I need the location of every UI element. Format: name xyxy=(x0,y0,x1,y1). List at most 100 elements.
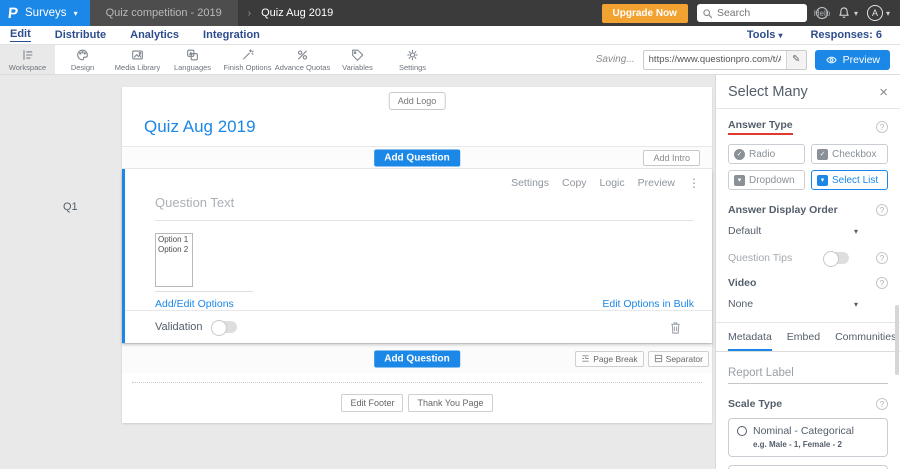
survey-header: Add Logo Quiz Aug 2019 xyxy=(122,87,712,147)
account-menu[interactable]: A ▾ xyxy=(866,5,890,21)
separator-button[interactable]: Separator xyxy=(647,350,709,367)
question-copy-link[interactable]: Copy xyxy=(562,177,587,189)
editor-toolbar: Workspace Design Media Library Languages… xyxy=(0,45,900,75)
question-tips-toggle[interactable] xyxy=(823,251,850,267)
toolbar-item-finish-options[interactable]: Finish Options xyxy=(220,45,275,74)
scale-option-nominal-numeric[interactable]: Nominal - Numeric e.g. Number of cars (1… xyxy=(728,465,888,469)
panel-tabs: Metadata Embed Communities xyxy=(716,323,900,352)
add-question-button[interactable]: Add Question xyxy=(374,149,460,166)
question-settings-link[interactable]: Settings xyxy=(511,177,549,189)
question-tips-label: Question Tips xyxy=(728,252,793,264)
edit-footer-button[interactable]: Edit Footer xyxy=(341,394,404,412)
options-underline xyxy=(155,291,253,292)
question-text-placeholder[interactable]: Question Text xyxy=(155,195,694,221)
toolbar-item-settings[interactable]: Settings xyxy=(385,45,440,74)
help-icon[interactable]: ? xyxy=(876,398,888,410)
toolbar-item-workspace[interactable]: Workspace xyxy=(0,45,55,74)
toolbar-item-languages[interactable]: Languages xyxy=(165,45,220,74)
help-icon[interactable]: ? xyxy=(876,252,888,264)
display-order-label: Answer Display Order xyxy=(728,204,838,216)
tab-integration[interactable]: Integration xyxy=(203,29,260,42)
question-block[interactable]: Settings Copy Logic Preview ⋮ Question T… xyxy=(122,169,712,343)
questionpro-survey-editor: P Surveys ▾ Quiz competition - 2019 › Qu… xyxy=(0,0,900,469)
toolbar-item-advance-quotas[interactable]: Advance Quotas xyxy=(275,45,330,74)
pencil-icon: ✎ xyxy=(791,54,801,65)
answer-type-dropdown[interactable]: ▾ Dropdown xyxy=(728,170,805,190)
gear-icon xyxy=(407,49,418,60)
search-input[interactable] xyxy=(716,7,797,19)
help-icon[interactable]: ? xyxy=(876,277,888,289)
toolbar-item-variables[interactable]: Variables xyxy=(330,45,385,74)
survey-footer: Edit Footer Thank You Page xyxy=(122,383,712,423)
question-preview-link[interactable]: Preview xyxy=(638,177,675,189)
surveys-menu[interactable]: P Surveys ▾ xyxy=(0,0,90,26)
notifications-menu[interactable]: ▾ xyxy=(837,6,858,20)
eye-icon xyxy=(825,56,837,63)
panel-header: Select Many × xyxy=(716,75,900,109)
help-icon[interactable]: ? xyxy=(876,204,888,216)
radio-icon xyxy=(737,426,747,436)
breadcrumb-separator-icon: › xyxy=(247,7,252,19)
upgrade-now-button[interactable]: Upgrade Now xyxy=(601,3,688,23)
answer-type-grid: ✓ Radio ✓ Checkbox ▾ Dropdown ▾ Select L… xyxy=(728,144,888,190)
survey-canvas: Q1 Add Logo Quiz Aug 2019 Add Question A… xyxy=(0,75,715,469)
answer-type-radio[interactable]: ✓ Radio xyxy=(728,144,805,164)
edit-options-in-bulk-link[interactable]: Edit Options in Bulk xyxy=(602,298,694,310)
scale-option-nominal-categorical[interactable]: Nominal - Categorical e.g. Male - 1, Fem… xyxy=(728,418,888,457)
separator-icon xyxy=(654,354,662,363)
option-item: Option 1 xyxy=(158,235,189,244)
answer-type-select-list[interactable]: ▾ Select List xyxy=(811,170,888,190)
question-code: Q1 xyxy=(63,201,78,213)
page-tools: Page Break Separator xyxy=(575,350,709,367)
scale-type-label: Scale Type xyxy=(728,398,783,410)
add-logo-button[interactable]: Add Logo xyxy=(388,92,446,110)
display-order-select[interactable]: Default ▾ xyxy=(728,225,858,237)
question-logic-link[interactable]: Logic xyxy=(600,177,625,189)
saving-status: Saving... xyxy=(595,54,635,65)
add-intro-button[interactable]: Add Intro xyxy=(643,149,700,166)
add-question-button[interactable]: Add Question xyxy=(374,350,460,367)
tools-menu[interactable]: Tools ▾ xyxy=(747,29,783,41)
question-actions: Settings Copy Logic Preview ⋮ xyxy=(511,176,700,190)
validation-label: Validation xyxy=(155,321,203,333)
edit-url-button[interactable]: ✎ xyxy=(785,50,806,69)
answer-type-section: Answer Type ? ✓ Radio ✓ Checkbox ▾ Dropd… xyxy=(716,119,900,310)
tab-edit[interactable]: Edit xyxy=(10,28,31,42)
survey-title[interactable]: Quiz Aug 2019 xyxy=(144,117,256,137)
video-select[interactable]: None ▾ xyxy=(728,298,858,310)
questionpro-logo-icon: P xyxy=(7,4,19,22)
bell-icon xyxy=(839,7,849,18)
survey-url-input[interactable] xyxy=(643,50,786,69)
panel-title: Select Many xyxy=(728,84,808,100)
panel-scrollbar[interactable] xyxy=(895,305,899,375)
select-list-preview[interactable]: Option 1 Option 2 xyxy=(155,233,193,287)
tab-distribute[interactable]: Distribute xyxy=(55,29,106,42)
dropdown-icon: ▾ xyxy=(734,174,745,186)
page-break-button[interactable]: Page Break xyxy=(575,350,644,367)
more-options-icon[interactable]: ⋮ xyxy=(688,176,700,190)
help-icon[interactable]: ? xyxy=(876,121,888,133)
help-link[interactable]: Help xyxy=(814,7,830,19)
select-list-icon: ▾ xyxy=(817,174,828,186)
close-icon[interactable]: × xyxy=(879,85,888,100)
toolbar-item-design[interactable]: Design xyxy=(55,45,110,74)
global-search[interactable] xyxy=(696,4,807,22)
validation-toggle[interactable] xyxy=(210,320,237,336)
answer-type-checkbox[interactable]: ✓ Checkbox xyxy=(811,144,888,164)
thank-you-page-button[interactable]: Thank You Page xyxy=(408,394,493,412)
search-icon xyxy=(703,8,713,18)
preview-button[interactable]: Preview xyxy=(814,49,890,70)
tab-metadata[interactable]: Metadata xyxy=(728,323,772,351)
tab-communities[interactable]: Communities xyxy=(835,323,896,351)
report-label-input[interactable] xyxy=(728,367,888,384)
responses-count[interactable]: Responses: 6 xyxy=(810,29,882,41)
video-label: Video xyxy=(728,277,757,289)
toolbar-item-media-library[interactable]: Media Library xyxy=(110,45,165,74)
tab-embed[interactable]: Embed xyxy=(787,323,820,351)
add-edit-options-link[interactable]: Add/Edit Options xyxy=(155,298,234,310)
translate-icon xyxy=(187,49,198,60)
nav-right: Tools ▾ Responses: 6 xyxy=(747,29,890,41)
breadcrumb-parent[interactable]: Quiz competition - 2019 xyxy=(89,0,238,26)
tab-analytics[interactable]: Analytics xyxy=(130,29,179,42)
delete-question-button[interactable] xyxy=(669,320,682,335)
